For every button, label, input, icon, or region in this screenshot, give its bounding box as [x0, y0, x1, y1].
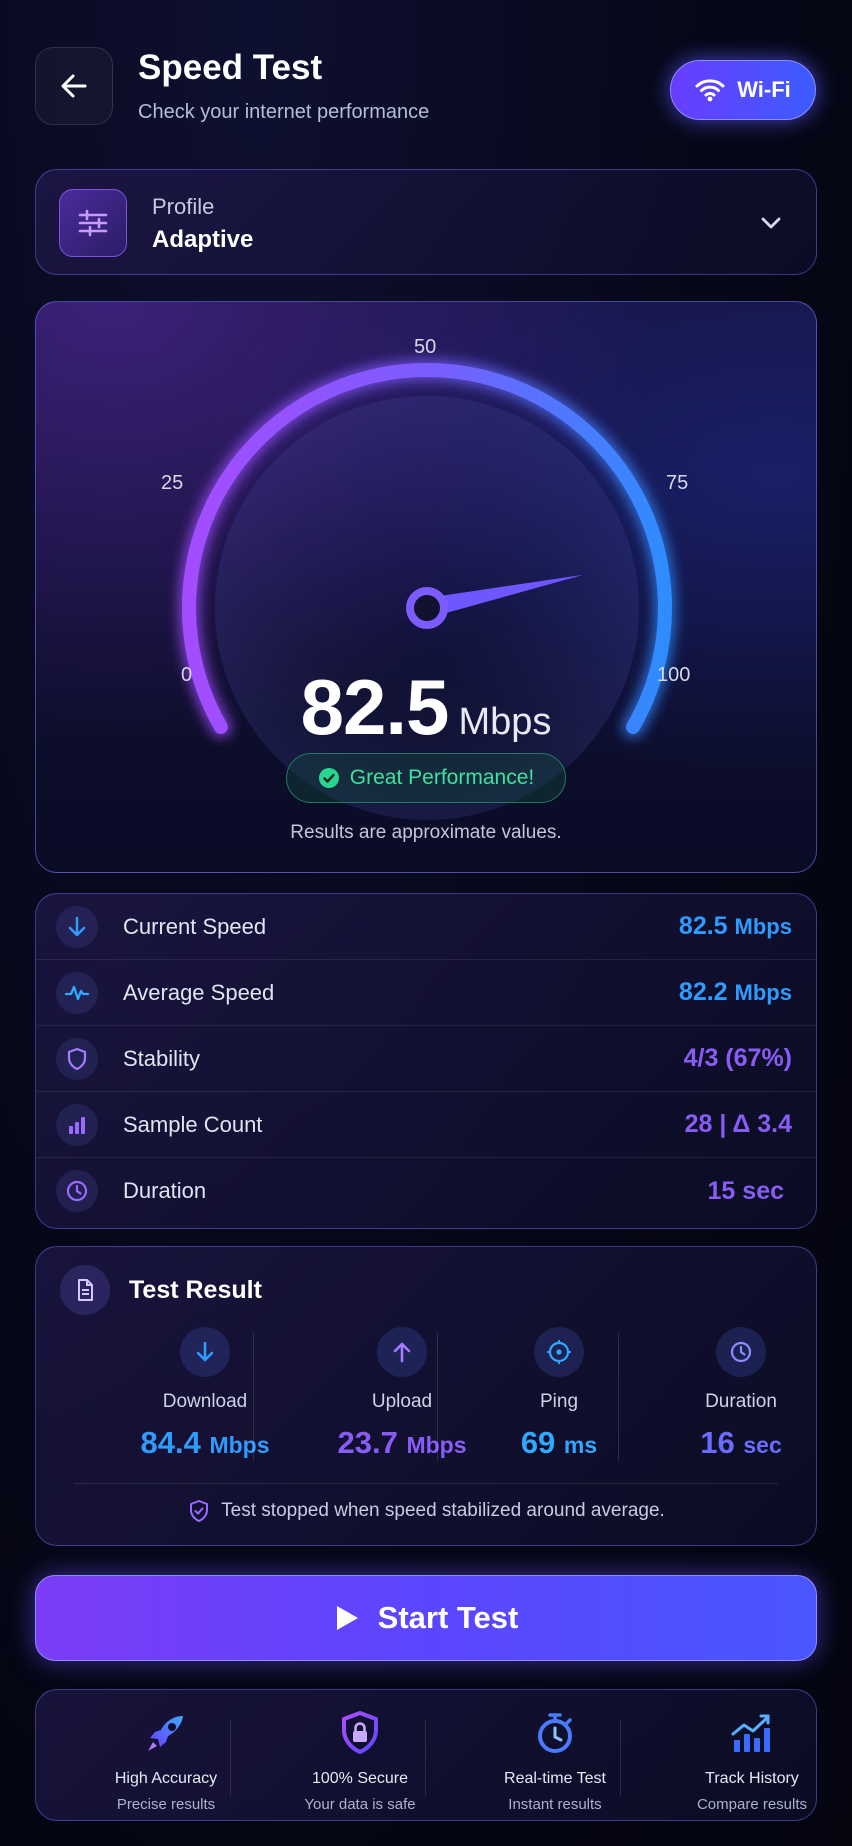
shield-icon	[56, 1037, 98, 1080]
stat-label: Current Speed	[123, 913, 267, 939]
arrow-up-icon	[377, 1327, 427, 1377]
sliders-icon	[59, 189, 127, 257]
speed-value: 82.5	[300, 663, 450, 751]
result-duration: Duration 16 sec	[651, 1327, 831, 1461]
wifi-icon	[695, 79, 725, 102]
lock-shield-icon	[342, 1711, 378, 1754]
speed-unit: Mbps	[458, 701, 552, 743]
play-icon	[336, 1606, 358, 1630]
features-bar: High Accuracy Precise results 100% Secur…	[35, 1689, 817, 1821]
rocket-icon	[148, 1716, 183, 1751]
stat-label: Stability	[123, 1045, 201, 1071]
trend-chart-icon	[731, 1714, 770, 1752]
result-footer: Test stopped when speed stabilized aroun…	[36, 1499, 816, 1523]
check-circle-icon	[318, 768, 339, 788]
arrow-down-icon	[56, 905, 98, 948]
result-label: Download	[162, 1391, 248, 1412]
divider	[253, 1333, 254, 1461]
feature-subtitle: Compare results	[696, 1796, 808, 1813]
approx-note: Results are approximate values.	[290, 822, 562, 843]
stopwatch-icon	[538, 1713, 572, 1753]
result-footer-text: Test stopped when speed stabilized aroun…	[221, 1500, 665, 1521]
tick-label: 75	[666, 472, 689, 494]
stat-row-sample-count: Sample Count 28 | Δ 3.4	[36, 1092, 816, 1158]
clock-icon	[56, 1170, 98, 1212]
clock-icon	[716, 1327, 766, 1377]
feature-subtitle: Precise results	[116, 1796, 216, 1813]
feature-title: High Accuracy	[114, 1770, 218, 1787]
page-subtitle: Check your internet performance	[138, 101, 430, 123]
tick-label: 50	[414, 336, 437, 358]
page-title: Speed Test	[138, 48, 323, 87]
divider	[230, 1720, 231, 1796]
feature-subtitle: Your data is safe	[304, 1796, 416, 1813]
document-icon	[60, 1265, 110, 1315]
arrow-left-icon	[61, 74, 87, 98]
feature-subtitle: Instant results	[508, 1796, 602, 1813]
divider	[618, 1333, 619, 1461]
tick-label: 25	[161, 472, 184, 494]
arrow-down-icon	[180, 1327, 230, 1377]
stat-value: 4/3 (67%)	[683, 1044, 792, 1072]
stat-label: Duration	[123, 1178, 207, 1203]
feature-title: Track History	[705, 1770, 799, 1787]
feature-title: Real-time Test	[504, 1770, 606, 1787]
result-download: Download 84.4 Mbps	[115, 1327, 295, 1461]
status-text: Great Performance!	[349, 766, 535, 789]
status-badge: Great Performance!	[286, 753, 566, 803]
stat-row-current-speed: Current Speed 82.5 Mbps	[36, 894, 816, 960]
divider	[425, 1720, 426, 1796]
divider	[74, 1483, 778, 1484]
stat-row-stability: Stability 4/3 (67%)	[36, 1026, 816, 1092]
divider	[620, 1720, 621, 1796]
result-value: 23.7 Mbps	[337, 1425, 467, 1460]
feature-title: 100% Secure	[311, 1770, 409, 1787]
result-ping: Ping 69 ms	[469, 1327, 649, 1461]
profile-label: Profile	[152, 194, 215, 219]
stat-value: 15 sec	[707, 1176, 784, 1205]
feature-track-history: Track History Compare results	[657, 1710, 847, 1813]
result-label: Ping	[539, 1391, 579, 1412]
network-badge[interactable]: Wi-Fi	[670, 60, 816, 120]
result-value: 69 ms	[520, 1425, 598, 1460]
chevron-down-icon	[761, 217, 781, 229]
profile-value: Adaptive	[152, 226, 254, 253]
stats-list: Current Speed 82.5 Mbps Average Speed 82…	[35, 893, 817, 1229]
pulse-icon	[56, 971, 98, 1014]
result-title: Test Result	[129, 1276, 262, 1304]
test-result-card: Test Result Download 84.4 Mbps Upload 23…	[35, 1246, 817, 1546]
feature-secure: 100% Secure Your data is safe	[265, 1710, 455, 1813]
stat-row-average-speed: Average Speed 82.2 Mbps	[36, 960, 816, 1026]
result-label: Upload	[371, 1391, 433, 1412]
stat-label: Average Speed	[123, 979, 275, 1005]
speed-readout: 82.5 Mbps	[36, 662, 816, 753]
feature-high-accuracy: High Accuracy Precise results	[71, 1710, 261, 1813]
start-test-button[interactable]: Start Test	[35, 1575, 817, 1661]
profile-selector[interactable]: Profile Adaptive	[35, 169, 817, 275]
back-button[interactable]	[35, 47, 113, 125]
start-test-label: Start Test	[377, 1600, 519, 1635]
network-label: Wi-Fi	[737, 77, 791, 102]
stat-value: 82.5 Mbps	[678, 912, 792, 940]
stat-value: 82.2 Mbps	[678, 978, 792, 1006]
target-icon	[534, 1327, 584, 1377]
result-value: 84.4 Mbps	[140, 1425, 270, 1460]
stat-row-duration: Duration 15 sec	[36, 1158, 816, 1224]
feature-realtime: Real-time Test Instant results	[460, 1710, 650, 1813]
stat-value: 28 | Δ 3.4	[684, 1110, 792, 1138]
result-label: Duration	[705, 1391, 777, 1412]
divider	[437, 1333, 438, 1461]
result-value: 16 sec	[700, 1425, 782, 1460]
result-upload: Upload 23.7 Mbps	[312, 1327, 492, 1461]
speed-gauge: 0 25 50 75 100 82.5 Mbps Great Performanc…	[35, 301, 817, 873]
shield-check-icon	[190, 1500, 209, 1522]
stat-label: Sample Count	[123, 1111, 263, 1137]
bar-chart-icon	[56, 1103, 98, 1146]
